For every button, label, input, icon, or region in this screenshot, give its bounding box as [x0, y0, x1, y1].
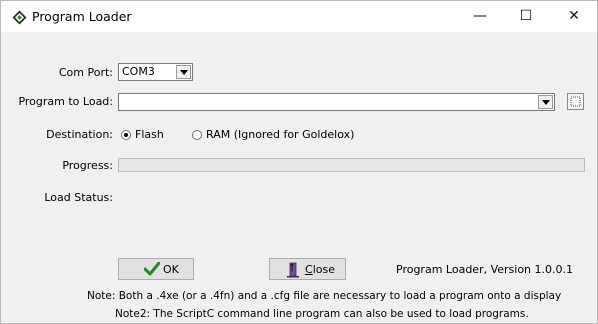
app-icon [12, 10, 27, 25]
minimize-button[interactable]: — [457, 1, 503, 32]
title-bar[interactable]: Program Loader — ☐ ✕ [1, 1, 597, 32]
close-window-button[interactable]: ✕ [551, 1, 597, 32]
close-button[interactable]: Close [269, 258, 346, 280]
radio-flash-label[interactable]: Flash [135, 128, 164, 141]
maximize-icon: ☐ [519, 8, 533, 24]
chevron-down-icon[interactable] [176, 65, 191, 79]
program-to-load-label: Program to Load: [18, 95, 113, 108]
program-loader-window: Program Loader — ☐ ✕ Com Port: COM3 Prog… [0, 0, 598, 324]
browse-icon [570, 96, 581, 107]
browse-button[interactable] [567, 93, 584, 110]
close-accelerator: C [305, 263, 313, 276]
note-2: Note2: The ScriptC command line program … [115, 308, 529, 320]
version-text: Program Loader, Version 1.0.0.1 [396, 263, 574, 276]
radio-ram[interactable] [192, 130, 202, 140]
close-door-icon [287, 262, 299, 278]
radio-flash[interactable] [121, 130, 131, 140]
maximize-button[interactable]: ☐ [503, 1, 549, 32]
close-button-label: Close [305, 263, 335, 276]
progress-label: Progress: [62, 159, 113, 172]
checkmark-icon [144, 262, 160, 276]
ok-button-label: OK [163, 263, 179, 276]
close-label-rest: lose [312, 263, 335, 276]
radio-ram-label[interactable]: RAM (Ignored for Goldelox) [206, 128, 354, 141]
load-status-label: Load Status: [44, 191, 113, 204]
com-port-value: COM3 [122, 65, 155, 78]
chevron-down-icon[interactable] [538, 95, 553, 109]
com-port-select[interactable]: COM3 [118, 63, 193, 81]
close-icon: ✕ [568, 8, 580, 24]
destination-label: Destination: [46, 128, 113, 141]
note-1: Note: Both a .4xe (or a .4fn) and a .cfg… [87, 290, 562, 302]
com-port-label: Com Port: [58, 66, 113, 79]
progress-bar [118, 158, 585, 172]
minimize-icon: — [473, 8, 487, 24]
window-title: Program Loader [32, 9, 132, 24]
program-to-load-select[interactable] [118, 93, 555, 111]
ok-button[interactable]: OK [118, 258, 194, 280]
